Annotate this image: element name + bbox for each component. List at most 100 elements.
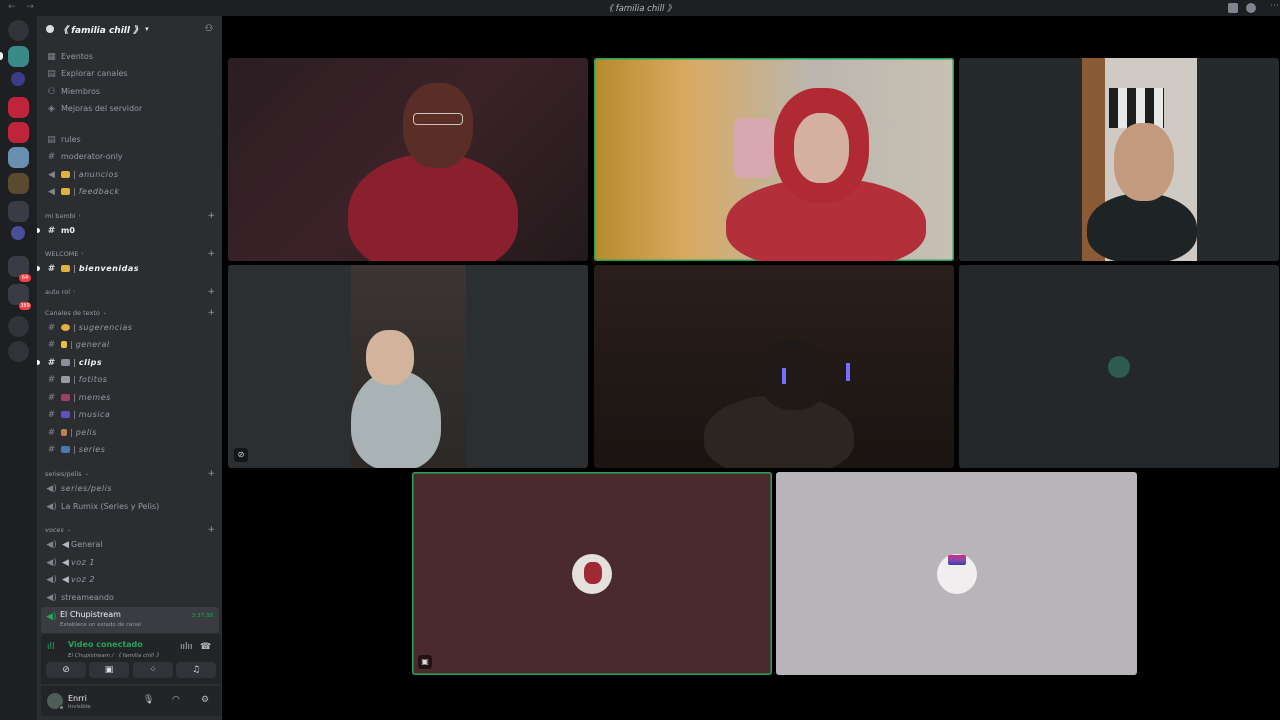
add-channel-icon[interactable]: + (207, 525, 215, 535)
video-tile[interactable] (228, 58, 588, 261)
voice-channel-streameando[interactable]: ◀) streameando (41, 589, 219, 606)
video-tile[interactable] (776, 472, 1137, 675)
category-welcome[interactable]: WELCOME › + (45, 248, 217, 260)
menu-eventos[interactable]: ▦ Eventos (41, 48, 219, 65)
channel-label: anuncios (78, 170, 119, 179)
headphones-icon[interactable]: ◠ (172, 695, 180, 705)
category-auto-rol[interactable]: auto rol › + (45, 286, 217, 298)
channel-feedback[interactable]: ◀ | feedback (41, 183, 219, 200)
server-icon[interactable] (8, 173, 29, 194)
voice-channel-voz-1[interactable]: ◀) ◀ voz 1 (41, 554, 219, 571)
connection-channel[interactable]: El Chupistream / 《 familia chill 》 (68, 651, 161, 659)
channel-pelis[interactable]: # | pelis (41, 424, 219, 441)
menu-miembros[interactable]: ⚇ Miembros (41, 83, 219, 100)
participant-video (366, 330, 414, 385)
add-channel-icon[interactable]: + (207, 308, 215, 318)
channel-label: General (71, 540, 103, 549)
channel-label: voz 2 (71, 575, 95, 584)
separator: | (73, 393, 76, 402)
category-canales-de-texto[interactable]: Canales de texto ⌄ + (45, 307, 217, 319)
video-tile[interactable] (959, 265, 1279, 468)
channel-bienvenidas[interactable]: # | bienvenidas (37, 260, 219, 277)
voice-channel-general[interactable]: ◀) ◀ General (41, 536, 219, 553)
add-channel-icon[interactable]: + (207, 469, 215, 479)
category-mi-bambi[interactable]: mi bambi › + (45, 210, 217, 222)
channel-label: fotitos (78, 375, 108, 384)
connection-status[interactable]: Video conectado (68, 640, 143, 649)
server-icon[interactable] (11, 226, 25, 240)
channel-musica[interactable]: # | musica (41, 406, 219, 423)
participant-video (1109, 88, 1164, 128)
lightbulb-emoji-icon (61, 341, 67, 348)
guild-header[interactable]: 《 familia chill 》 ▾ ⚇ (37, 16, 222, 42)
category-label: series/pelis (45, 470, 82, 478)
home-icon[interactable] (8, 20, 29, 41)
channel-anuncios[interactable]: ◀ | anuncios (41, 166, 219, 183)
hash-icon: # (47, 409, 56, 420)
channel-label: series/pelis (61, 484, 112, 493)
inbox-icon[interactable] (1228, 3, 1238, 13)
menu-mejoras[interactable]: ◈ Mejoras del servidor (41, 100, 219, 117)
video-tile[interactable]: ⊘ (228, 265, 588, 468)
help-icon[interactable] (1246, 3, 1256, 13)
disconnect-icon[interactable]: ☎ (200, 642, 211, 652)
participant-video (759, 340, 829, 410)
activities-button[interactable]: ⁘ (133, 662, 173, 678)
soundboard-button[interactable]: ♫ (176, 662, 216, 678)
screen-share-button[interactable]: ▣ (89, 662, 129, 678)
add-channel-icon[interactable]: + (207, 249, 215, 259)
add-server-icon[interactable] (8, 316, 29, 337)
server-folder-icon[interactable] (8, 201, 29, 222)
speaker-emoji-icon: ◀ (62, 574, 69, 585)
channel-moderator-only[interactable]: # moderator-only (41, 148, 219, 165)
channel-fotitos[interactable]: # | fotitos (41, 371, 219, 388)
server-icon[interactable] (8, 97, 29, 118)
menu-explorar[interactable]: ▤ Explorar canales (41, 65, 219, 82)
category-voces[interactable]: voces ⌄ + (45, 524, 217, 536)
separator: | (73, 264, 76, 273)
video-tile[interactable] (594, 265, 954, 468)
category-series-pelis[interactable]: series/pelis ⌄ + (45, 468, 217, 480)
discover-icon[interactable] (8, 341, 29, 362)
voice-channel-el-chupistream[interactable]: ◀) El Chupistream Establece un estado de… (41, 607, 219, 633)
video-tile[interactable] (959, 58, 1279, 261)
participant-video (403, 83, 473, 168)
channel-clips[interactable]: # | clips (37, 354, 219, 371)
server-icon[interactable] (8, 46, 29, 67)
noise-suppression-icon[interactable]: ıılıı (180, 642, 193, 652)
unread-indicator (37, 266, 40, 271)
more-icon[interactable]: ⋯ (1270, 1, 1280, 11)
hash-lock-icon: # (47, 151, 56, 162)
emoji-icon (61, 324, 70, 331)
hash-icon: # (47, 427, 56, 438)
megaphone-icon: ◀ (48, 169, 55, 180)
channel-rules[interactable]: ▤ rules (41, 131, 219, 148)
channel-m0[interactable]: # m0 (37, 222, 219, 239)
add-channel-icon[interactable]: + (207, 287, 215, 297)
server-icon[interactable] (8, 147, 29, 168)
server-icon[interactable] (8, 122, 29, 143)
server-icon[interactable] (11, 72, 25, 86)
screen-share-icon: ▣ (418, 655, 432, 669)
voice-channel-series-pelis[interactable]: ◀) series/pelis (41, 480, 219, 497)
voice-channel-voz-2[interactable]: ◀) ◀ voz 2 (41, 571, 219, 588)
channel-label: series (78, 445, 106, 454)
separator: | (73, 187, 76, 196)
channel-label: streameando (61, 593, 114, 602)
add-channel-icon[interactable]: + (207, 211, 215, 221)
camera-off-button[interactable]: ⊘ (46, 662, 86, 678)
gear-icon[interactable]: ⚙ (201, 695, 209, 705)
channel-sugerencias[interactable]: # | sugerencias (41, 319, 219, 336)
channel-series[interactable]: # | series (41, 441, 219, 458)
username[interactable]: Enrri (68, 694, 87, 703)
channel-status-prompt[interactable]: Establece un estado de canal (60, 622, 141, 628)
video-tile[interactable] (594, 58, 954, 261)
speaker-icon: ◀) (46, 539, 57, 550)
microphone-icon[interactable]: 🎙︎ (143, 695, 154, 705)
channel-memes[interactable]: # | memes (41, 389, 219, 406)
add-member-icon[interactable]: ⚇ (205, 24, 215, 34)
voice-channel-la-rumix[interactable]: ◀) La Rumix (Series y Pelis) (41, 498, 219, 515)
channel-general[interactable]: # | general (41, 336, 219, 353)
user-panel: Enrri Invisible 🎙︎ ◠ ⚙ (41, 686, 221, 716)
video-tile[interactable]: ▣ (412, 472, 772, 675)
